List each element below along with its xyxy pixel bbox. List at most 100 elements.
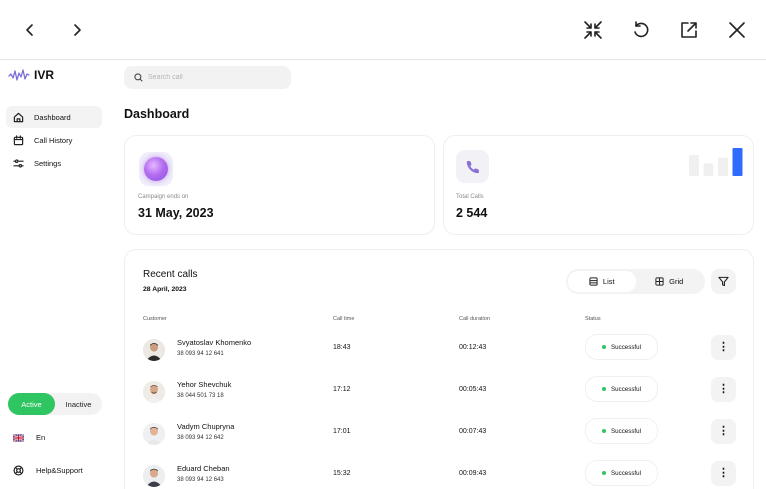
- call-duration: 00:05:43: [459, 386, 487, 393]
- grid-icon: [655, 277, 664, 286]
- call-time: 15:32: [333, 470, 351, 477]
- sidebar-nav: Dashboard Call History Settings: [6, 106, 102, 175]
- view-toggle: List Grid: [566, 269, 705, 294]
- status-label: Successful: [611, 469, 641, 477]
- help-support-link[interactable]: Help&Support: [13, 465, 83, 476]
- mini-bar: [689, 155, 699, 176]
- table-row[interactable]: Eduard Cheban 38 093 94 12 643 15:32 00:…: [125, 457, 755, 489]
- uk-flag-icon: [13, 433, 24, 442]
- call-time: 18:43: [333, 344, 351, 351]
- campaign-orb-icon: [139, 152, 173, 186]
- viewer-toolbar: [0, 0, 766, 60]
- customer-name: Eduard Cheban: [177, 464, 230, 473]
- total-calls-value: 2 544: [456, 206, 488, 220]
- customer-phone: 38 093 94 12 643: [177, 477, 224, 483]
- status-dot: [602, 345, 607, 349]
- view-list-button[interactable]: List: [568, 271, 636, 292]
- language-label: En: [36, 433, 46, 442]
- customer-name: Vadym Chupryna: [177, 422, 235, 431]
- status-dot: [602, 471, 607, 475]
- mini-bar: [732, 148, 743, 176]
- avatar: [143, 381, 165, 403]
- status-badge: Successful: [585, 334, 658, 360]
- view-list-label: List: [602, 277, 615, 286]
- close-icon[interactable]: [721, 14, 753, 46]
- status-label: Successful: [611, 427, 641, 435]
- column-header-customer: Customer: [143, 316, 167, 322]
- more-vertical-icon: ⋮: [718, 383, 729, 395]
- chevron-right-icon[interactable]: [61, 14, 93, 46]
- chevron-left-icon[interactable]: [14, 14, 46, 46]
- status-badge: Successful: [585, 376, 658, 402]
- phone-icon: [456, 150, 489, 183]
- customer-name: Yehor Shevchuk: [177, 380, 232, 389]
- avatar: [143, 423, 165, 445]
- collapse-icon[interactable]: [577, 14, 609, 46]
- app-logo: IVR: [8, 68, 54, 82]
- total-calls-card: Total Calls 2 544: [443, 135, 754, 235]
- sidebar-item-label: Call History: [34, 135, 73, 145]
- search-input[interactable]: [148, 74, 278, 81]
- column-header-call-time: Call time: [333, 316, 355, 322]
- mini-bar: [703, 163, 714, 176]
- campaign-end-date: 31 May, 2023: [138, 206, 214, 220]
- view-grid-label: Grid: [669, 277, 684, 286]
- more-vertical-icon: ⋮: [718, 425, 729, 437]
- filter-button[interactable]: [711, 269, 736, 294]
- language-selector[interactable]: En: [13, 433, 45, 442]
- list-icon: [589, 277, 598, 286]
- customer-phone: 38 093 94 12 642: [177, 435, 224, 441]
- status-dot: [602, 387, 607, 391]
- toggle-active[interactable]: Active: [8, 393, 55, 415]
- help-support-label: Help&Support: [36, 466, 83, 475]
- row-more-button[interactable]: ⋮: [711, 377, 736, 402]
- total-calls-label: Total Calls: [456, 194, 484, 200]
- campaign-status-toggle: Active Inactive: [8, 393, 102, 415]
- status-badge: Successful: [585, 418, 658, 444]
- status-badge: Successful: [585, 460, 658, 486]
- total-calls-mini-chart: [689, 148, 743, 176]
- call-duration: 00:07:43: [459, 428, 487, 435]
- row-more-button[interactable]: ⋮: [711, 419, 736, 444]
- calendar-icon: [13, 134, 24, 145]
- call-time: 17:01: [333, 428, 351, 435]
- customer-phone: 38 093 94 12 641: [177, 351, 224, 357]
- search-bar: [124, 66, 291, 89]
- sidebar-item-dashboard[interactable]: Dashboard: [6, 106, 102, 128]
- more-vertical-icon: ⋮: [718, 467, 729, 479]
- recent-calls-date: 28 April, 2023: [143, 286, 187, 293]
- waveform-icon: [8, 69, 30, 81]
- page-title: Dashboard: [124, 107, 190, 121]
- row-more-button[interactable]: ⋮: [711, 461, 736, 486]
- recent-calls-title: Recent calls: [143, 269, 198, 280]
- toggle-inactive[interactable]: Inactive: [55, 393, 102, 415]
- table-row[interactable]: Yehor Shevchuk 38 044 501 73 18 17:12 00…: [125, 373, 755, 413]
- table-row[interactable]: Svyatoslav Khomenko 38 093 94 12 641 18:…: [125, 331, 755, 371]
- customer-name: Svyatoslav Khomenko: [177, 338, 252, 347]
- sidebar-item-call-history[interactable]: Call History: [6, 129, 102, 151]
- search-icon: [134, 73, 143, 82]
- call-time: 17:12: [333, 386, 351, 393]
- more-vertical-icon: ⋮: [718, 341, 729, 353]
- status-dot: [602, 429, 607, 433]
- column-header-status: Status: [585, 316, 601, 322]
- mini-bar: [718, 157, 728, 176]
- sliders-icon: [13, 158, 24, 168]
- sidebar-item-settings[interactable]: Settings: [6, 152, 102, 174]
- filter-icon: [718, 276, 729, 287]
- view-grid-button[interactable]: Grid: [636, 271, 704, 292]
- row-more-button[interactable]: ⋮: [711, 335, 736, 360]
- status-label: Successful: [611, 343, 641, 351]
- external-link-icon[interactable]: [673, 14, 705, 46]
- app-name: IVR: [34, 68, 55, 82]
- avatar: [143, 465, 165, 487]
- campaign-label: Campaign ends on: [138, 194, 189, 200]
- call-duration: 00:12:43: [459, 344, 487, 351]
- home-icon: [13, 112, 24, 122]
- table-row[interactable]: Vadym Chupryna 38 093 94 12 642 17:01 00…: [125, 415, 755, 455]
- status-label: Successful: [611, 385, 641, 393]
- customer-phone: 38 044 501 73 18: [177, 393, 224, 399]
- help-icon: [13, 465, 24, 476]
- undo-icon[interactable]: [625, 14, 657, 46]
- avatar: [143, 339, 165, 361]
